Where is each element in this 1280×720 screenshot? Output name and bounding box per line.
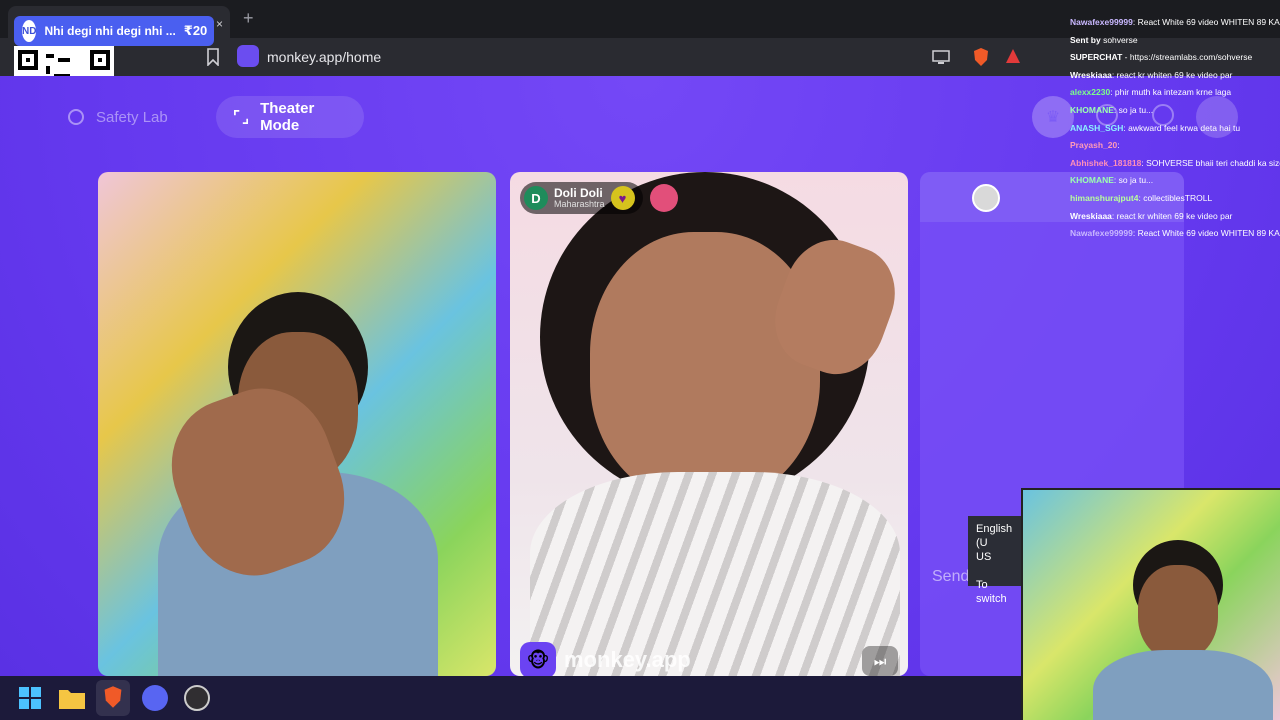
chat-text: : react kr whiten 69 ke video par bbox=[1111, 210, 1233, 221]
monkey-watermark: 🐵 monkey.app bbox=[520, 642, 691, 676]
self-video bbox=[98, 172, 496, 676]
peer-video: D Doli Doli Maharashtra ♥ 🐵 monkey.app ⏭ bbox=[510, 172, 908, 676]
address-bar[interactable]: monkey.app/home bbox=[267, 49, 381, 65]
chat-text: : React White 69 video WHITEN 89 KA bbox=[1132, 228, 1280, 239]
chat-text: : React White 69 video WHITEN 89 KA bbox=[1132, 17, 1280, 27]
chat-username: Wreskiaaa bbox=[1070, 69, 1112, 80]
chat-text: - https://streamlabs.com/sohverse bbox=[1122, 52, 1253, 63]
chat-message: Wreskiaaa: react kr whiten 69 ke video p… bbox=[1070, 67, 1280, 85]
chat-message: alexx2230: phir muth ka intezam krne lag… bbox=[1070, 84, 1280, 102]
donation-amount: ₹20 bbox=[183, 23, 208, 38]
chat-username: SUPERCHAT bbox=[1070, 52, 1123, 63]
crown-icon[interactable]: ♛ bbox=[1032, 96, 1074, 138]
new-tab-button[interactable]: + bbox=[243, 8, 254, 29]
chat-message: KHOMANE: so ja tu... bbox=[1070, 102, 1280, 120]
peer-person bbox=[530, 172, 908, 676]
chat-username: Sent by bbox=[1070, 34, 1101, 45]
shield-icon bbox=[68, 109, 84, 125]
language-region: US bbox=[976, 551, 992, 563]
followers-only-notice: ♥ Followers only bbox=[1070, 243, 1280, 244]
language-tooltip: English (U US To switch bbox=[968, 516, 1024, 605]
chat-text: : awkward feel krwa deta hai tu bbox=[1123, 122, 1241, 133]
chat-message: Abhishek_181818: SOHVERSE bhaii teri cha… bbox=[1070, 155, 1280, 173]
donor-avatar: ND bbox=[22, 20, 37, 42]
chat-message: himanshurajput4: collectiblesTROLL bbox=[1070, 190, 1280, 208]
heart-icon: ♥ bbox=[610, 186, 635, 210]
chat-text: sohverse bbox=[1100, 34, 1138, 45]
chat-message: SUPERCHAT - https://streamlabs.com/sohve… bbox=[1070, 49, 1280, 67]
stream-chat-overlay: Nawafexe99999: React White 69 video WHIT… bbox=[1070, 14, 1280, 244]
chat-message: Wreskiaaa: react kr whiten 69 ke video p… bbox=[1070, 208, 1280, 226]
chat-message: Sent by sohverse bbox=[1070, 32, 1280, 50]
chat-text: : SOHVERSE bhaii teri chaddi ka size k bbox=[1141, 157, 1280, 168]
chat-username: KHOMANE bbox=[1070, 175, 1114, 186]
theater-mode-label: Theater Mode bbox=[260, 100, 315, 134]
chat-username: Abhishek_181818 bbox=[1070, 157, 1142, 168]
chat-text: : so ja tu... bbox=[1113, 175, 1154, 186]
chat-message: Nawafexe99999: React White 69 video WHIT… bbox=[1070, 225, 1280, 243]
chat-text: : bbox=[1117, 140, 1120, 151]
chat-username: alexx2230 bbox=[1070, 87, 1111, 98]
site-favicon-icon bbox=[237, 45, 259, 67]
donation-badge: ND Nhi degi nhi degi nhi ... ₹20 bbox=[14, 16, 214, 46]
chat-username: Nawafexe99999 bbox=[1070, 17, 1133, 27]
safety-lab-button[interactable]: Safety Lab bbox=[50, 96, 208, 138]
chat-message: Nawafexe99999: React White 69 video WHIT… bbox=[1070, 14, 1280, 32]
peer-location: Maharashtra bbox=[554, 199, 605, 209]
expand-icon bbox=[234, 109, 249, 125]
rewards-icon[interactable] bbox=[1004, 47, 1022, 65]
chat-message: Prayash_20: bbox=[1070, 137, 1280, 155]
language-name: English (U bbox=[976, 523, 1013, 549]
folder-icon[interactable] bbox=[58, 686, 86, 710]
chat-username: Wreskiaaa bbox=[1070, 210, 1112, 221]
self-person bbox=[152, 292, 438, 676]
chat-username: ANASH_SGH bbox=[1070, 122, 1124, 133]
monkey-logo-icon: 🐵 bbox=[520, 642, 556, 676]
chat-text: : collectiblesTROLL bbox=[1138, 192, 1213, 203]
skip-button[interactable]: ⏭ bbox=[862, 646, 898, 676]
chat-message: KHOMANE: so ja tu... bbox=[1070, 172, 1280, 190]
watermark-text: monkey.app bbox=[564, 647, 691, 672]
webcam-overlay bbox=[1021, 488, 1280, 720]
discord-icon[interactable] bbox=[142, 685, 168, 711]
donation-message: Nhi degi nhi degi nhi ... bbox=[44, 24, 176, 38]
obs-icon[interactable] bbox=[184, 685, 210, 711]
peer-name: Doli Doli bbox=[554, 186, 603, 200]
chat-text: : so ja tu... bbox=[1113, 104, 1154, 115]
chat-username: Prayash_20 bbox=[1070, 140, 1118, 151]
language-hint: To switch bbox=[976, 579, 1007, 605]
tab-close-icon[interactable]: × bbox=[216, 17, 223, 31]
theater-mode-button[interactable]: Theater Mode bbox=[216, 96, 364, 138]
brave-taskbar-icon[interactable] bbox=[96, 680, 130, 716]
report-icon[interactable] bbox=[650, 184, 678, 212]
chat-username: KHOMANE bbox=[1070, 104, 1114, 115]
chat-peer-avatar[interactable] bbox=[972, 184, 1000, 212]
chat-username: Nawafexe99999 bbox=[1070, 228, 1133, 239]
cast-icon[interactable] bbox=[932, 49, 950, 65]
brave-icon[interactable] bbox=[972, 47, 990, 67]
chat-text: : react kr whiten 69 ke video par bbox=[1111, 69, 1233, 80]
bookmark-icon[interactable] bbox=[206, 48, 220, 66]
chat-username: himanshurajput4 bbox=[1070, 192, 1139, 203]
peer-info-tag[interactable]: D Doli Doli Maharashtra ♥ bbox=[520, 182, 643, 214]
chat-text: : phir muth ka intezam krne laga bbox=[1110, 87, 1232, 98]
peer-avatar: D bbox=[524, 186, 548, 210]
windows-icon[interactable] bbox=[18, 686, 42, 710]
chat-message: ANASH_SGH: awkward feel krwa deta hai tu bbox=[1070, 120, 1280, 138]
safety-lab-label: Safety Lab bbox=[96, 108, 168, 126]
